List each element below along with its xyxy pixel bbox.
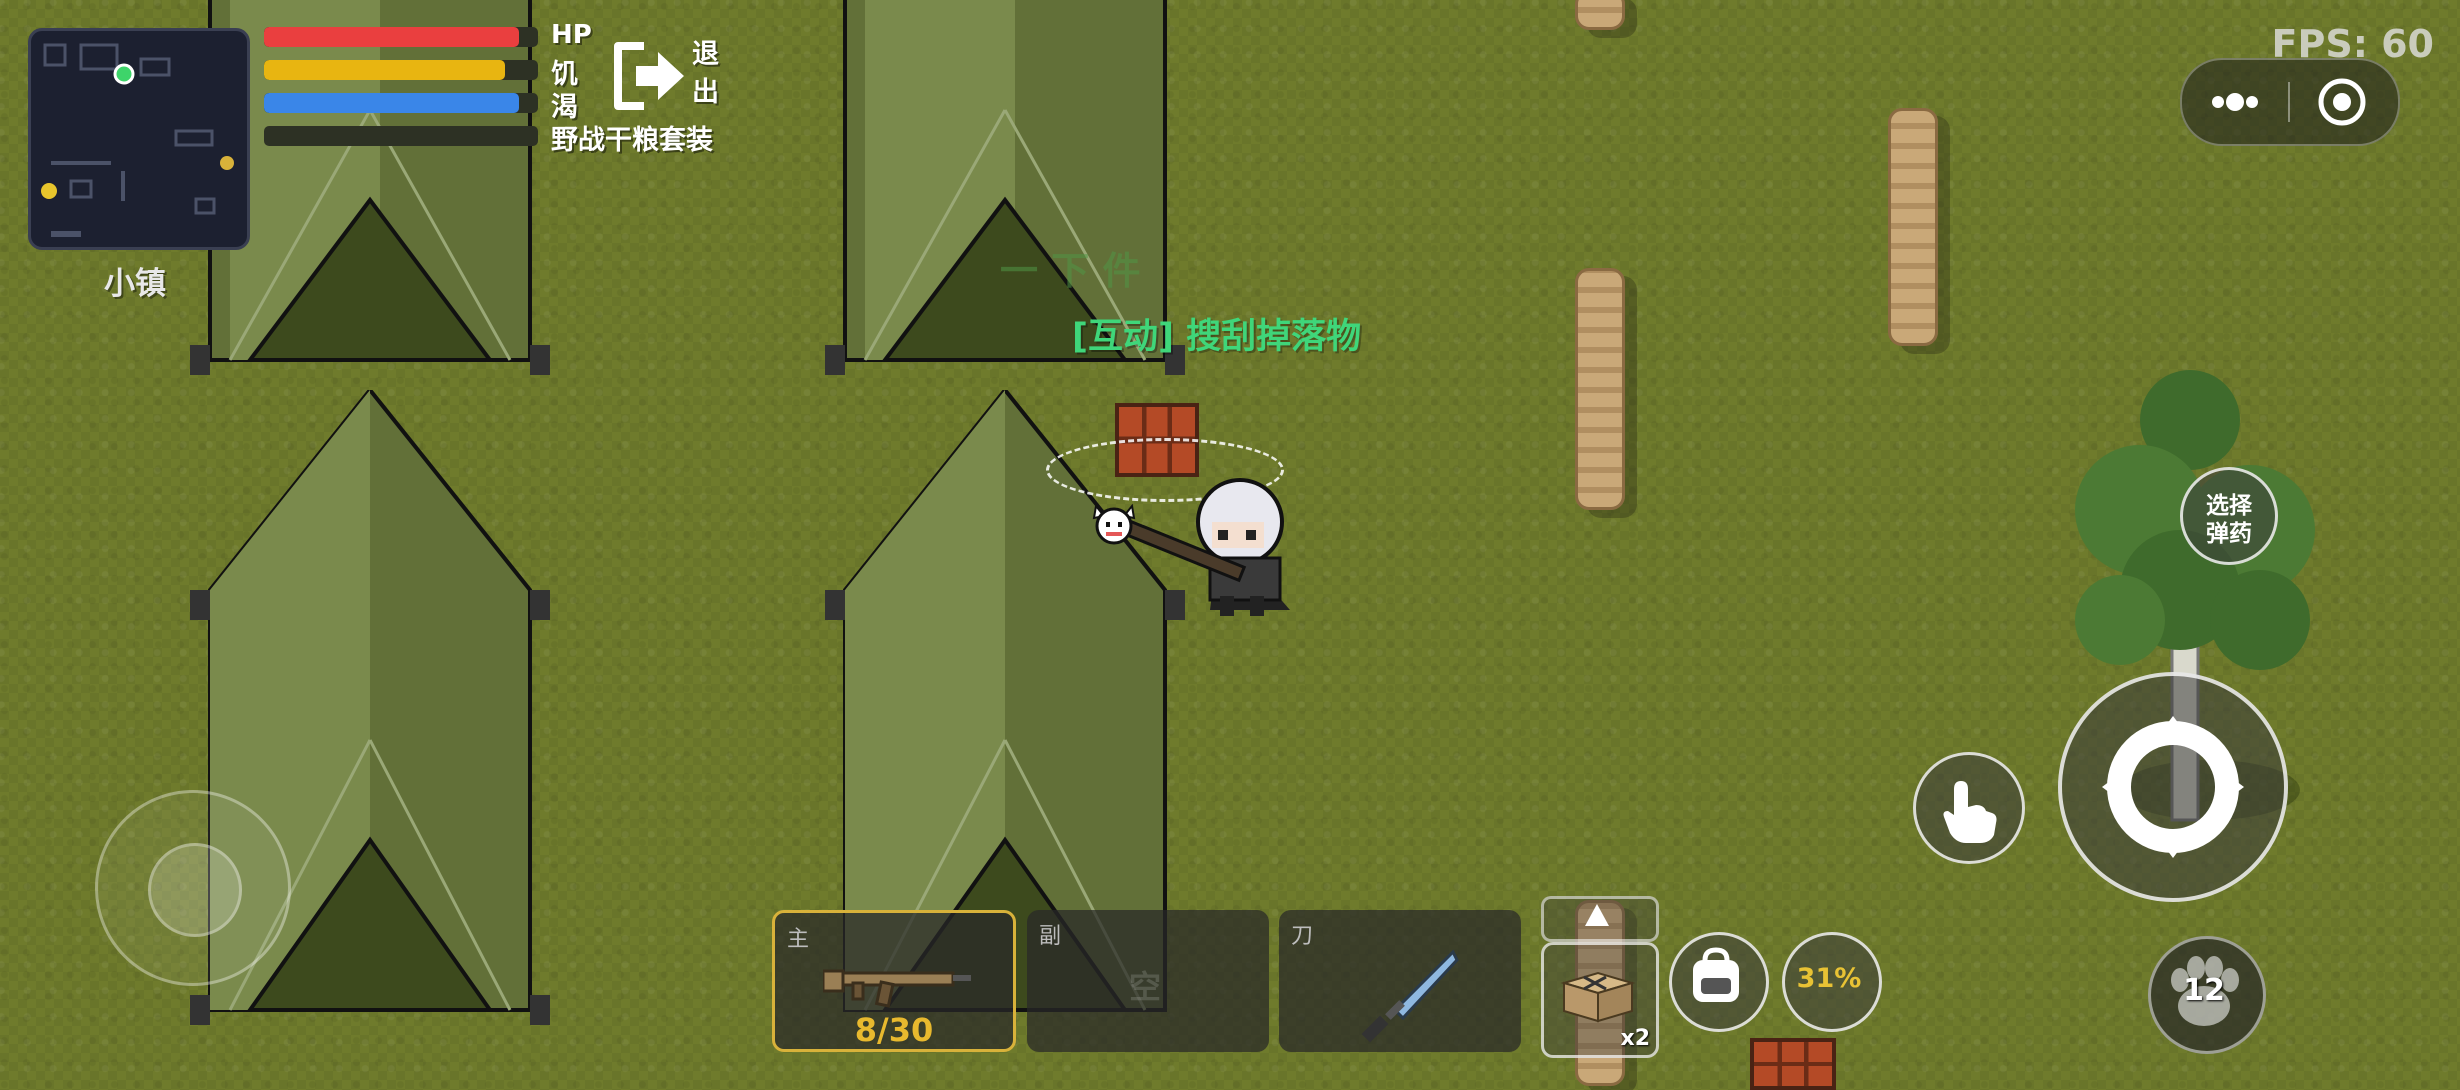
mini-program-capsule (2180, 58, 2400, 146)
primary-weapon-slot[interactable]: 主 8/30 (772, 910, 1016, 1052)
secondary-slot-label: 副 (1039, 924, 1062, 949)
crosshair-icon (2102, 716, 2244, 858)
consumable-item-slot[interactable]: x2 (1541, 942, 1659, 1058)
food-item-label: 野战干粮套装 (551, 125, 713, 156)
chevron-up-icon (1585, 904, 1609, 926)
assault-rifle-icon (823, 969, 971, 1008)
target-circle-icon (2318, 78, 2366, 126)
select-ammo-button[interactable]: 选择 弹药 (2180, 467, 2278, 565)
hunger-bar (264, 60, 538, 80)
pet-cat (1092, 503, 1136, 545)
exit-label-2: 出 (692, 77, 719, 108)
movement-joystick[interactable] (95, 790, 291, 986)
minimap[interactable] (28, 28, 250, 250)
backpack-icon (1693, 947, 1739, 1002)
exit-button[interactable]: 退 出 (608, 32, 728, 112)
wood-stump (1575, 268, 1625, 510)
interact-prompt: [互动] 搜刮掉落物 (1072, 317, 1362, 357)
expand-items-button[interactable] (1541, 896, 1659, 942)
knife-icon (1361, 949, 1459, 1043)
pet-button[interactable]: 12 (2148, 936, 2266, 1054)
backpack-button[interactable] (1669, 932, 1769, 1032)
interact-hand-button[interactable] (1913, 752, 2025, 864)
location-name: 小镇 (104, 266, 166, 302)
close-program-button[interactable] (2290, 60, 2396, 144)
wood-stump (1888, 108, 1938, 346)
fire-button[interactable] (2058, 672, 2288, 902)
melee-weapon-slot[interactable]: 刀 (1279, 910, 1521, 1052)
melee-slot-label: 刀 (1291, 924, 1314, 949)
exit-icon (614, 42, 684, 110)
more-menu-button[interactable] (2182, 60, 2288, 144)
pet-count: 12 (2183, 973, 2225, 1008)
more-dots-icon (2212, 93, 2258, 111)
pointing-hand-icon (1943, 781, 1997, 843)
hp-bar (264, 27, 538, 47)
hp-label: HP (551, 20, 592, 50)
exit-label-1: 退 (692, 39, 719, 70)
joystick-thumb[interactable] (148, 843, 242, 937)
loot-crate[interactable] (1750, 1038, 1836, 1090)
thirst-bar-fill (264, 93, 519, 113)
food-item-bar (264, 126, 538, 146)
battery-percent: 31% (1796, 963, 1862, 994)
thirst-bar (264, 93, 538, 113)
ration-box-icon (1560, 971, 1636, 1023)
hp-bar-fill (264, 27, 519, 47)
battery-indicator: 31% (1782, 932, 1882, 1032)
wood-stump (1575, 0, 1625, 30)
select-ammo-label-2: 弹药 (2206, 521, 2252, 547)
minimap-content (41, 43, 234, 237)
faded-floating-text: 一 下 件 (1000, 249, 1141, 293)
item-count: x2 (1620, 1026, 1651, 1051)
hunger-bar-fill (264, 60, 506, 80)
secondary-empty-text: 空 (1129, 968, 1162, 1006)
primary-ammo-count: 8/30 (854, 1011, 934, 1049)
primary-slot-label: 主 (787, 927, 810, 952)
secondary-weapon-slot[interactable]: 副 空 (1027, 910, 1269, 1052)
